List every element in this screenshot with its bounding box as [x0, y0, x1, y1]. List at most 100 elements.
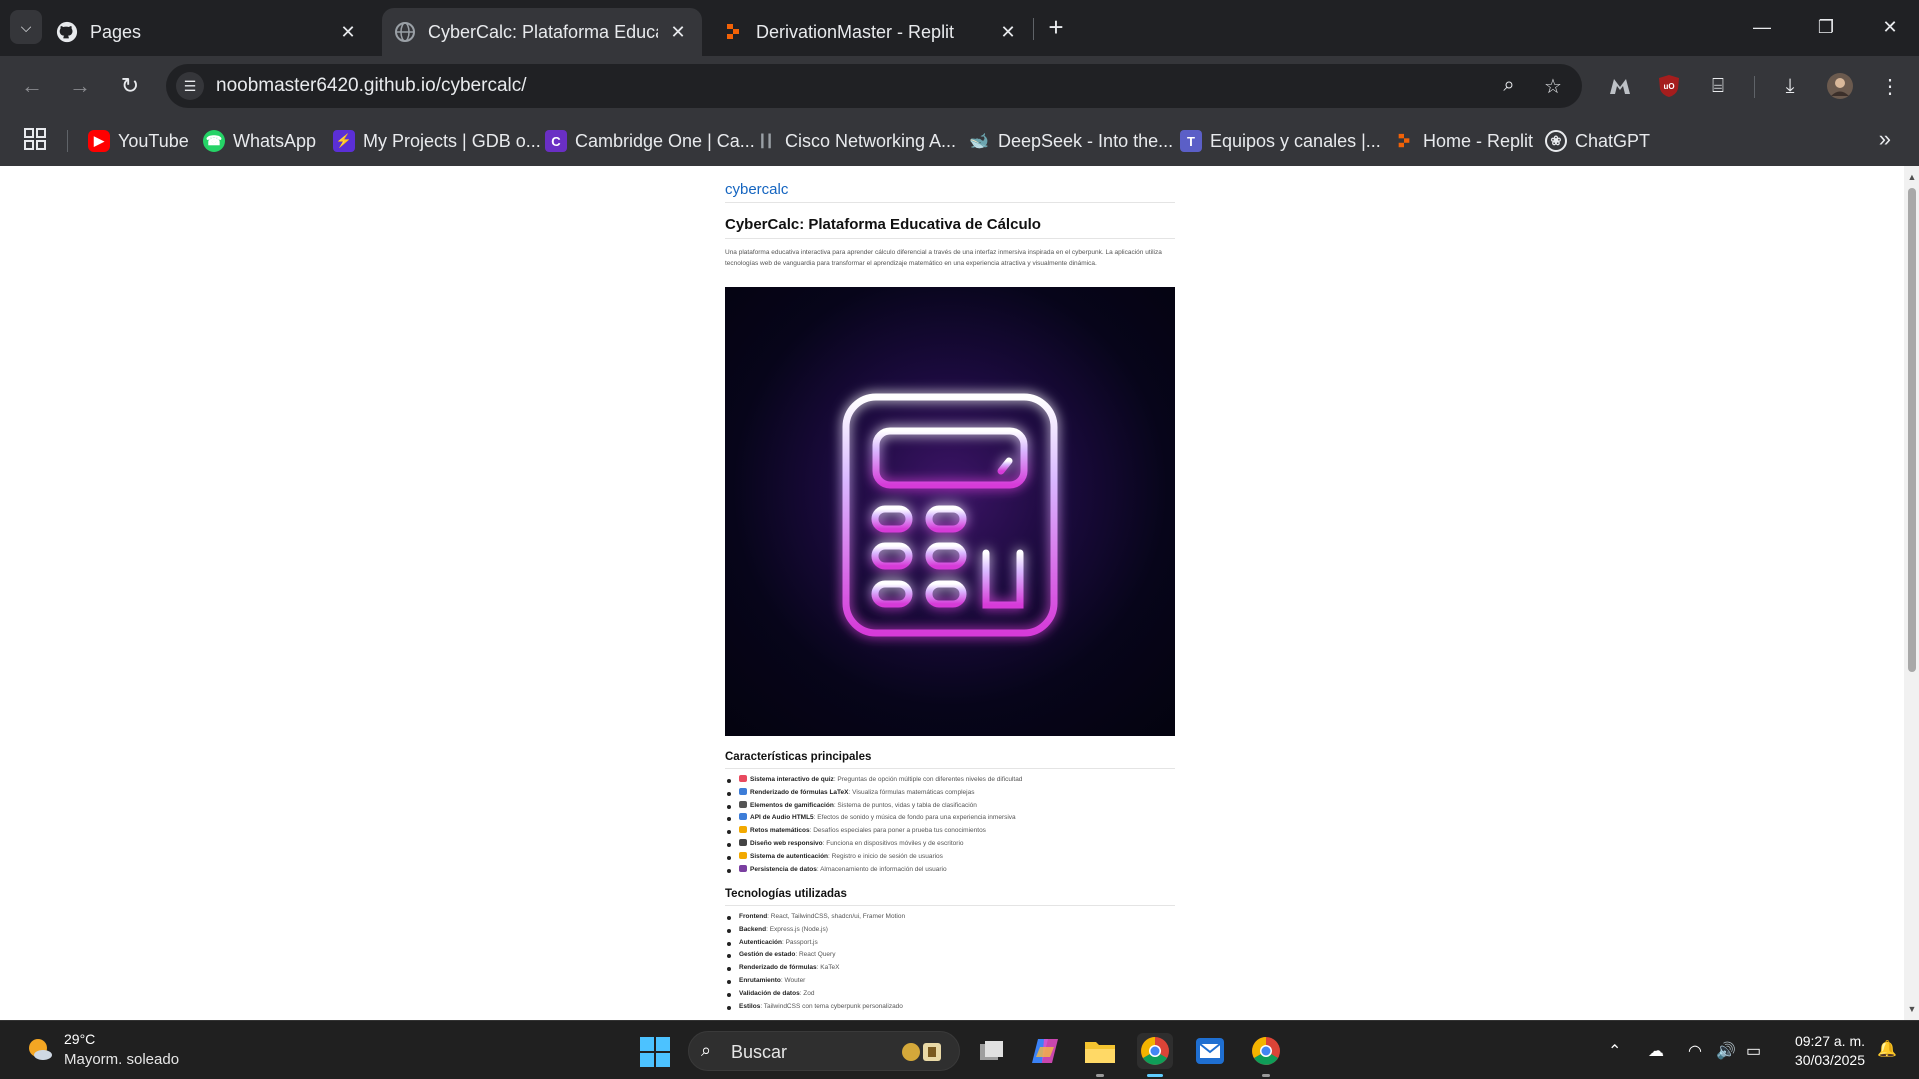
list-item: Estilos: TailwindCSS con tema cyberpunk …: [726, 1001, 905, 1014]
clock-date[interactable]: 30/03/2025: [1795, 1052, 1865, 1068]
more-menu-icon[interactable]: ⋮: [1876, 72, 1904, 100]
bookmark-label: WhatsApp: [233, 130, 317, 151]
list-item: Diseño web responsivo: Funciona en dispo…: [726, 838, 1022, 851]
weather-condition[interactable]: Mayorm. soleado: [64, 1051, 179, 1068]
list-item: Sistema interactivo de quiz: Preguntas d…: [726, 774, 1022, 787]
page-scrollbar[interactable]: ▲ ▼: [1904, 166, 1919, 1020]
copilot-icon[interactable]: [1027, 1033, 1063, 1069]
apps-grid-icon[interactable]: [24, 128, 48, 152]
bookmark-teams[interactable]: T Equipos y canales |...: [1180, 128, 1381, 154]
close-icon[interactable]: ✕: [998, 22, 1018, 42]
mailbird-extension-icon[interactable]: [1606, 72, 1634, 100]
deepseek-icon: 🐋: [969, 133, 989, 150]
close-icon: ✕: [1882, 17, 1898, 37]
notification-bell-icon[interactable]: 🔔: [1877, 1039, 1897, 1059]
ublock-origin-icon[interactable]: uO: [1655, 72, 1683, 100]
svg-text:uO: uO: [1663, 82, 1674, 91]
close-icon[interactable]: ✕: [668, 22, 688, 42]
battery-icon[interactable]: ▭: [1746, 1041, 1761, 1061]
technologies-heading: Tecnologías utilizadas: [725, 888, 847, 900]
bookmark-youtube[interactable]: ▶ YouTube: [88, 128, 189, 154]
volume-icon[interactable]: 🔊: [1716, 1041, 1736, 1061]
bookmark-label: YouTube: [118, 130, 189, 151]
scroll-down-icon[interactable]: ▼: [1907, 1004, 1917, 1014]
onedrive-cloud-icon[interactable]: ☁: [1648, 1041, 1664, 1061]
search-icon: ⌕: [701, 1040, 712, 1060]
url-text[interactable]: noobmaster6420.github.io/cybercalc/: [216, 75, 527, 97]
site-title-link[interactable]: cybercalc: [725, 181, 788, 198]
bookmark-whatsapp[interactable]: ☎ WhatsApp: [203, 128, 316, 154]
tab-derivationmaster[interactable]: DerivationMaster - Replit ✕: [722, 8, 1032, 56]
back-button[interactable]: ←: [16, 70, 48, 102]
youtube-icon: ▶: [88, 130, 110, 152]
chevron-double-right-icon[interactable]: »: [1879, 126, 1891, 152]
list-item: Renderizado de fórmulas: KaTeX: [726, 962, 905, 975]
bookmark-label: Equipos y canales |...: [1210, 130, 1381, 151]
browser-toolbar: ← → ↻ ☰ noobmaster6420.github.io/cyberca…: [0, 56, 1919, 116]
file-explorer-icon[interactable]: [1082, 1033, 1118, 1077]
music-icon: [739, 813, 747, 821]
extensions-icon[interactable]: ⌸: [1704, 72, 1732, 100]
profile-avatar[interactable]: [1826, 72, 1854, 100]
bookmark-gdb[interactable]: ⚡ My Projects | GDB o...: [333, 128, 541, 154]
scroll-up-icon[interactable]: ▲: [1907, 172, 1917, 182]
cisco-icon: ┃┃: [758, 134, 774, 148]
key-icon: [739, 851, 747, 859]
scrollbar-thumb[interactable]: [1908, 188, 1916, 672]
chrome-taskbar-icon[interactable]: [1137, 1033, 1173, 1077]
close-window-button[interactable]: ✕: [1868, 10, 1912, 44]
tab-divider: [1033, 18, 1034, 40]
rocket-icon: [739, 775, 747, 782]
tab-cybercalc[interactable]: CyberCalc: Plataforma Educativa de Cálcu…: [382, 8, 702, 56]
weather-temperature[interactable]: 29°C: [64, 1031, 95, 1047]
chevron-up-icon[interactable]: ⌃: [1608, 1041, 1621, 1061]
mail-app-icon[interactable]: [1192, 1033, 1228, 1069]
replit-icon: [722, 21, 744, 43]
technologies-list: Frontend: React, TailwindCSS, shadcn/ui,…: [726, 911, 905, 1014]
bookmark-replit[interactable]: Home - Replit: [1393, 128, 1533, 154]
weather-sun-cloud-icon[interactable]: [26, 1035, 54, 1063]
search-placeholder: Buscar: [731, 1042, 788, 1062]
windows-start-icon[interactable]: [640, 1037, 670, 1067]
wifi-icon[interactable]: ◠: [1688, 1041, 1702, 1061]
windows-taskbar: 29°C Mayorm. soleado ⌕ Buscar ⌃ ☁ ◠ 🔊 ▭ …: [0, 1020, 1919, 1079]
close-icon[interactable]: ✕: [338, 22, 358, 42]
site-info-icon[interactable]: ☰: [176, 72, 204, 100]
chatgpt-icon: ❀: [1545, 130, 1567, 152]
phone-icon: [739, 838, 747, 846]
bookmarks-divider: [67, 130, 68, 152]
replit-icon: [1393, 130, 1415, 152]
bookmark-label: Home - Replit: [1423, 130, 1534, 151]
star-icon[interactable]: ☆: [1540, 74, 1566, 98]
teams-icon: T: [1180, 130, 1202, 152]
clock-time[interactable]: 09:27 a. m.: [1795, 1033, 1865, 1049]
bookmark-label: DeepSeek - Into the...: [998, 130, 1174, 151]
download-icon[interactable]: ⤓: [1776, 72, 1804, 100]
bookmark-deepseek[interactable]: 🐋 DeepSeek - Into the...: [968, 128, 1173, 154]
zoom-icon[interactable]: ⌕: [1496, 74, 1522, 98]
bookmark-chatgpt[interactable]: ❀ ChatGPT: [1545, 128, 1650, 154]
list-item: Persistencia de datos: Almacenamiento de…: [726, 864, 1022, 877]
toolbar-divider: [1754, 76, 1755, 98]
minimize-button[interactable]: —: [1740, 10, 1784, 44]
list-item: Retos matemáticos: Desafíos especiales p…: [726, 825, 1022, 838]
running-indicator: [1096, 1074, 1104, 1077]
bookmark-cambridge[interactable]: C Cambridge One | Ca...: [545, 128, 755, 154]
forward-button[interactable]: →: [64, 70, 96, 102]
tab-title: DerivationMaster - Replit: [756, 21, 955, 42]
task-view-icon[interactable]: [974, 1033, 1010, 1069]
tab-pages[interactable]: Pages ✕: [56, 8, 372, 56]
minimize-icon: —: [1753, 17, 1771, 37]
tab-search-button[interactable]: ⌵: [10, 10, 42, 44]
reload-icon: ↻: [120, 73, 140, 98]
taskbar-search-box[interactable]: ⌕ Buscar: [688, 1031, 960, 1071]
restore-button[interactable]: ❐: [1804, 10, 1848, 44]
address-bar[interactable]: ☰ noobmaster6420.github.io/cybercalc/ ⌕ …: [166, 64, 1582, 108]
chrome-profile-taskbar-icon[interactable]: [1248, 1033, 1284, 1077]
web-page: cybercalc CyberCalc: Plataforma Educativ…: [0, 166, 1904, 1020]
reload-button[interactable]: ↻: [114, 70, 146, 102]
active-indicator: [1147, 1074, 1163, 1077]
bookmark-cisco[interactable]: ┃┃ Cisco Networking A...: [755, 128, 956, 154]
new-tab-button[interactable]: +: [1042, 14, 1070, 42]
list-item: Enrutamiento: Wouter: [726, 975, 905, 988]
